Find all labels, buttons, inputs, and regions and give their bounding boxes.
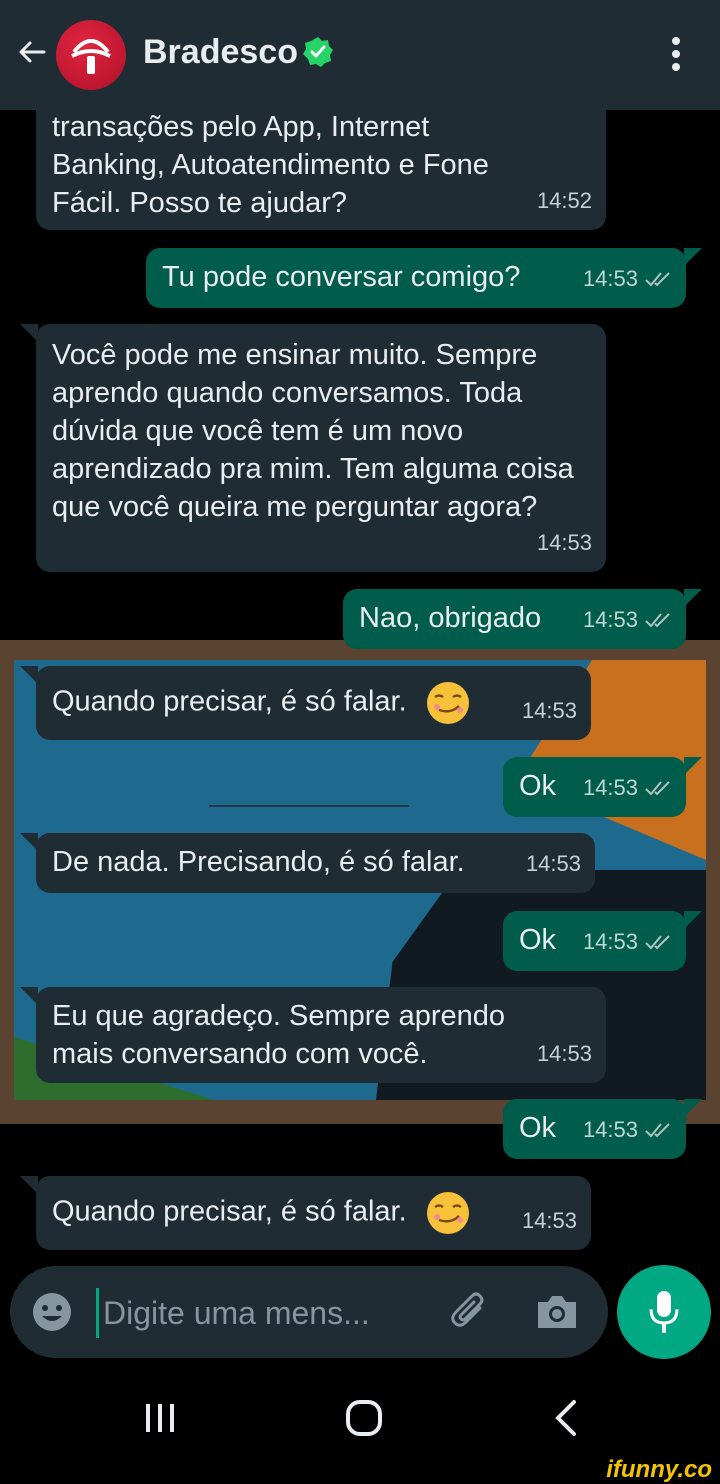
home-icon[interactable]	[344, 1398, 384, 1438]
message-meta: 14:53	[537, 524, 592, 562]
message-incoming[interactable]: Quando precisar, é só falar. 14:53	[20, 666, 591, 740]
double-check-icon	[645, 613, 670, 628]
contact-avatar[interactable]	[56, 20, 126, 90]
message-text: Quando precisar, é só falar.	[52, 1195, 407, 1228]
watermark: ifunny.co	[606, 1456, 712, 1483]
message-text: transações pelo App, Internet Banking, A…	[52, 111, 489, 219]
message-incoming[interactable]: Você pode me ensinar muito. Sempre apren…	[20, 324, 606, 572]
double-check-icon	[645, 935, 670, 950]
message-time: 14:53	[521, 698, 577, 723]
mic-icon	[649, 1291, 679, 1333]
mic-button[interactable]	[617, 1265, 711, 1359]
message-meta: 14:52	[537, 182, 592, 220]
message-meta: 14:53	[583, 769, 672, 807]
message-meta: 14:53	[583, 260, 672, 298]
message-time: 14:53	[582, 607, 638, 632]
smirk-face-icon	[426, 1192, 469, 1234]
message-incoming[interactable]: Eu que agradeço. Sempre aprendo mais con…	[20, 987, 606, 1083]
double-check-icon	[645, 1123, 670, 1138]
verified-badge-icon	[303, 37, 333, 67]
message-outgoing[interactable]: Ok 14:53	[503, 911, 702, 971]
message-time: 14:53	[582, 775, 638, 800]
message-composer	[10, 1266, 608, 1358]
message-outgoing[interactable]: Ok 14:53	[503, 1099, 702, 1159]
message-time: 14:52	[536, 188, 592, 213]
message-meta: 14:53	[537, 1035, 592, 1073]
message-time: 14:53	[525, 851, 581, 876]
system-navigation-bar	[0, 1370, 720, 1460]
message-incoming[interactable]: Quando precisar, é só falar. 14:53	[20, 1176, 591, 1250]
bradesco-logo-icon	[71, 39, 111, 74]
smirk-face-icon	[426, 682, 469, 724]
message-time: 14:53	[582, 929, 638, 954]
chat-header: Bradesco	[0, 0, 720, 110]
message-incoming[interactable]: transações pelo App, Internet Banking, A…	[36, 90, 606, 230]
message-time: 14:53	[582, 1117, 638, 1142]
emoji-icon[interactable]	[30, 1290, 74, 1334]
message-meta: 14:53	[583, 1111, 672, 1149]
more-vert-icon[interactable]	[664, 34, 688, 74]
message-meta: 14:53	[583, 601, 672, 639]
wallpaper-line	[209, 805, 409, 831]
message-meta: 14:53	[583, 923, 672, 961]
message-time: 14:53	[582, 266, 638, 291]
message-outgoing[interactable]: Ok 14:53	[503, 757, 702, 817]
message-text: De nada. Precisando, é só falar.	[52, 846, 465, 878]
recent-apps-icon[interactable]	[140, 1400, 180, 1436]
message-meta: 14:53	[522, 1202, 577, 1240]
message-outgoing[interactable]: Tu pode conversar comigo? 14:53	[146, 248, 702, 308]
message-outgoing[interactable]: Nao, obrigado 14:53	[343, 589, 702, 649]
double-check-icon	[645, 781, 670, 796]
attach-icon[interactable]	[446, 1288, 496, 1338]
message-input[interactable]	[96, 1288, 425, 1338]
message-time: 14:53	[536, 1041, 592, 1066]
camera-icon[interactable]	[534, 1290, 580, 1334]
message-time: 14:53	[521, 1208, 577, 1233]
message-incoming[interactable]: De nada. Precisando, é só falar. 14:53	[20, 833, 595, 893]
double-check-icon	[645, 272, 670, 287]
contact-name[interactable]: Bradesco	[143, 33, 298, 72]
message-meta: 14:53	[522, 692, 577, 730]
message-text: Você pode me ensinar muito. Sempre apren…	[52, 339, 574, 523]
message-text: Eu que agradeço. Sempre aprendo mais con…	[52, 1000, 506, 1070]
nav-back-icon[interactable]	[550, 1398, 580, 1438]
message-time: 14:53	[536, 530, 592, 555]
message-text: Quando precisar, é só falar.	[52, 685, 407, 718]
back-arrow-icon[interactable]	[14, 34, 50, 70]
message-meta: 14:53	[526, 845, 581, 883]
